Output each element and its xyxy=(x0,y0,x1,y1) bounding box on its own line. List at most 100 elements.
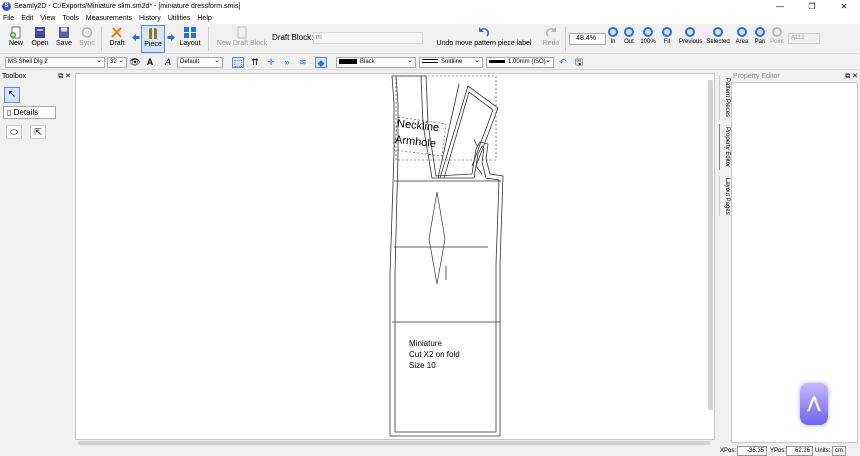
assistant-launcher-glyph: ⋀ xyxy=(807,395,821,412)
double-chevron-icon[interactable]: » xyxy=(281,57,293,68)
ypos-value: 62.26 xyxy=(786,446,813,456)
piece-mode-button[interactable]: Piece xyxy=(141,25,165,53)
undo-button[interactable]: Undo move pattern piece label xyxy=(431,25,537,53)
zoom-point-icon xyxy=(772,27,782,37)
zoom-out-icon xyxy=(624,27,634,37)
side-tab-strip: Pattern Pieces Property Editor Layout Pa… xyxy=(719,72,730,442)
pan-hand-icon xyxy=(755,27,765,37)
menu-view[interactable]: View xyxy=(40,15,55,22)
format-toolbar: MS Shell Dlg 2 32 👁 A A Default ⬚ ⇈ ✛ » … xyxy=(0,55,860,70)
toolbar-separator xyxy=(101,27,102,51)
draft-mode-button[interactable]: Draft xyxy=(106,25,128,53)
toolbar-separator xyxy=(208,27,209,51)
crosshair-icon[interactable]: ✛ xyxy=(265,57,277,68)
redo-icon xyxy=(545,27,556,37)
tab-layout-pages[interactable]: Layout Pages xyxy=(719,176,730,216)
zoom-area-icon xyxy=(737,27,747,37)
save-defaults-icon[interactable]: 🖫 xyxy=(573,57,585,68)
zoom-100-button[interactable]: 100% xyxy=(638,27,658,45)
menu-file[interactable]: File xyxy=(3,15,14,22)
zoom-in-icon xyxy=(608,27,618,37)
node-tool-icon[interactable]: ⇈ xyxy=(249,57,261,68)
zoom-point-button[interactable]: Point xyxy=(767,27,787,45)
horizontal-scrollbar[interactable] xyxy=(78,441,710,445)
zoom-original-icon xyxy=(643,27,653,37)
text-italic-icon[interactable]: A xyxy=(162,57,174,68)
assistant-launcher-icon[interactable]: ⋀ xyxy=(800,383,828,425)
draft-block-select[interactable]: m xyxy=(313,32,423,44)
label-weight-select[interactable]: Default xyxy=(177,57,223,68)
property-editor-title: Property Editor ⧉ ✕ xyxy=(733,71,858,82)
pointer-arrow-icon[interactable]: ↖ xyxy=(4,87,20,103)
line-type-select[interactable]: Soldline xyxy=(419,57,483,68)
zoom-previous-button[interactable]: Previous xyxy=(679,27,702,45)
text-bold-icon[interactable]: A xyxy=(144,57,156,68)
xpos-label: XPos: xyxy=(720,448,737,454)
tab-property-editor[interactable]: Property Editor xyxy=(719,124,730,170)
new-draft-block-button[interactable]: New Draft Block xyxy=(214,25,270,53)
units-value: cm xyxy=(832,446,846,456)
menu-bar: File Edit View Tools Measurements Histor… xyxy=(0,13,860,24)
toolbox-panel: Toolbox ⧉ ✕ ↖ ▯ Details ⬭ ⇱ xyxy=(0,71,73,456)
undo-icon xyxy=(479,27,490,37)
export-piece-icon[interactable]: ⇱ xyxy=(30,125,46,139)
menu-utilities[interactable]: Utilities xyxy=(168,15,191,22)
open-button[interactable]: Open xyxy=(29,25,51,53)
line-type-swatch xyxy=(422,59,438,64)
menu-history[interactable]: History xyxy=(139,15,161,22)
eye-icon[interactable]: 👁 xyxy=(129,57,141,68)
sync-button[interactable]: Sync xyxy=(77,25,97,53)
tab-pattern-pieces[interactable]: Pattern Pieces xyxy=(719,76,730,120)
next-mode-arrow[interactable] xyxy=(166,25,176,53)
new-button[interactable]: New xyxy=(6,25,26,53)
union-tool-icon[interactable]: ⬭ xyxy=(6,125,22,139)
zoom-fit-button[interactable]: Fit xyxy=(657,27,677,45)
property-editor-body[interactable] xyxy=(731,82,858,443)
menu-edit[interactable]: Edit xyxy=(21,15,33,22)
zoom-fit-icon xyxy=(662,27,672,37)
shoulder-strap-outline xyxy=(439,85,499,179)
details-tab[interactable]: ▯ Details xyxy=(3,106,56,119)
font-size-select[interactable]: 32 xyxy=(107,57,127,68)
piece-label-line: Size 10 xyxy=(409,361,436,370)
sync-icon xyxy=(81,27,93,38)
menu-measurements[interactable]: Measurements xyxy=(86,15,132,22)
grade-select[interactable]: A112 xyxy=(788,33,820,44)
selection-box-icon[interactable]: ⬚ xyxy=(232,57,244,68)
menu-help[interactable]: Help xyxy=(197,15,211,22)
line-weight-select[interactable]: 1.00mm (ISO) xyxy=(486,57,554,68)
minimize-button[interactable]: — xyxy=(764,0,796,13)
close-button[interactable]: ✕ xyxy=(828,0,860,13)
ypos-label: YPos: xyxy=(770,448,787,454)
arrow-right-icon xyxy=(167,34,175,41)
app-logo-icon: S xyxy=(2,2,11,11)
xpos-value: -36.35 xyxy=(737,446,767,456)
piece-label-line: Cut X2 on fold xyxy=(409,350,460,359)
panel-float-close-icon[interactable]: ⧉ ✕ xyxy=(58,71,71,82)
reset-icon[interactable]: ↶ xyxy=(557,57,569,68)
toolbox-title: Toolbox ⧉ ✕ xyxy=(2,71,71,82)
layout-mode-button[interactable]: Layout xyxy=(178,25,202,53)
zoom-area-button[interactable]: Area xyxy=(732,27,752,45)
draft-block-label: Draft Block: xyxy=(272,33,314,42)
vertical-scrollbar[interactable] xyxy=(708,80,713,410)
line-color-select[interactable]: Black xyxy=(336,57,416,68)
zoom-level-select[interactable]: 48.4% xyxy=(569,33,606,45)
curve-tool-icon[interactable]: ≋ xyxy=(297,57,309,68)
main-toolbar: New Open Save Sync Draft Piece Layout Ne… xyxy=(0,24,860,54)
maximize-button[interactable]: ❐ xyxy=(796,0,828,13)
shoulder-strap-seam xyxy=(443,91,494,179)
tag-icon[interactable]: ◆ xyxy=(315,57,327,68)
zoom-selected-button[interactable]: Selected xyxy=(706,27,730,45)
save-button[interactable]: Save xyxy=(54,25,74,53)
drawing-canvas[interactable]: Neckline Armhole Miniature Cut X2 on fol… xyxy=(75,73,715,440)
menu-tools[interactable]: Tools xyxy=(62,15,78,22)
pattern-piece-icon xyxy=(149,28,157,39)
toolbar-separator xyxy=(565,27,566,51)
zoom-out-button[interactable]: Out xyxy=(619,27,639,45)
previous-mode-arrow[interactable] xyxy=(130,25,140,53)
font-family-select[interactable]: MS Shell Dlg 2 xyxy=(5,57,105,68)
panel-float-close-icon[interactable]: ⧉ ✕ xyxy=(845,71,858,82)
redo-button[interactable]: Redo xyxy=(541,25,561,53)
color-swatch xyxy=(339,58,357,64)
